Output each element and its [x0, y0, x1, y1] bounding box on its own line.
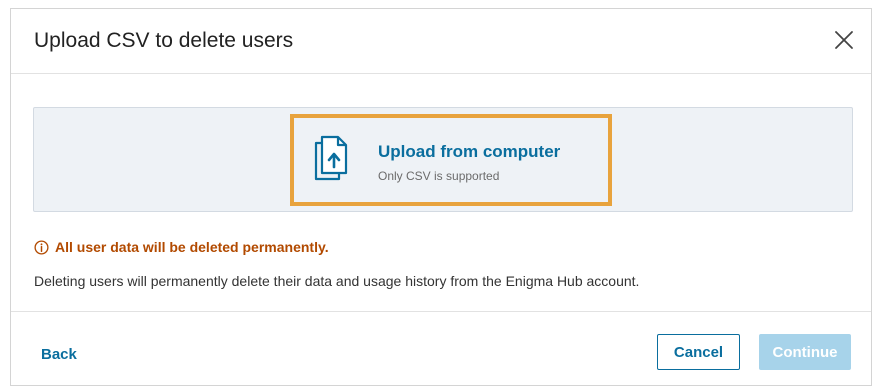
close-button[interactable] [831, 27, 857, 53]
file-upload-icon [314, 135, 348, 181]
upload-hint: Only CSV is supported [378, 169, 500, 183]
warning-text: All user data will be deleted permanentl… [55, 239, 329, 255]
dialog-header: Upload CSV to delete users [11, 9, 871, 74]
upload-label: Upload from computer [378, 142, 561, 161]
back-button[interactable]: Back [41, 346, 77, 363]
dialog-footer: Back Cancel Continue [11, 311, 871, 385]
continue-button[interactable]: Continue [759, 334, 851, 370]
upload-from-computer-button[interactable]: Upload from computer Only CSV is support… [290, 114, 612, 206]
warning-message: All user data will be deleted permanentl… [34, 237, 329, 257]
close-icon [835, 31, 853, 49]
delete-users-dialog: Upload CSV to delete users Upload from c… [10, 8, 872, 386]
upload-dropzone: Upload from computer Only CSV is support… [33, 107, 853, 212]
dialog-title: Upload CSV to delete users [34, 29, 294, 52]
description-text: Deleting users will permanently delete t… [34, 273, 640, 289]
cancel-button[interactable]: Cancel [657, 334, 740, 370]
info-circle-icon [34, 239, 49, 255]
